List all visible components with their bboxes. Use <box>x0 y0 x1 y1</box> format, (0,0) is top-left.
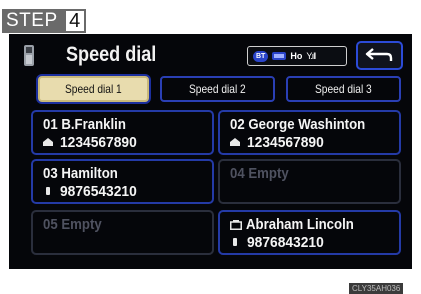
entry-name: 04 Empty <box>230 165 289 182</box>
step-number: 4 <box>63 9 86 33</box>
tab-speed-dial-3[interactable]: Speed dial 3 <box>286 76 401 102</box>
entry-name: Abraham Lincoln <box>246 216 354 233</box>
entry-number: 1234567890 <box>60 134 137 151</box>
bluetooth-icon: BT <box>253 50 269 62</box>
mobile-phone-icon <box>46 187 50 195</box>
mobile-phone-icon <box>233 238 237 246</box>
page-title: Speed dial <box>66 43 157 66</box>
entry-name: 02 George Washinton <box>230 116 366 133</box>
home-phone-icon <box>230 138 240 146</box>
contact-card-icon <box>230 220 242 230</box>
image-code: CLY35AH036 <box>349 283 404 294</box>
tab-label: Speed dial 1 <box>65 82 122 96</box>
speed-dial-entry-6[interactable]: Abraham Lincoln 9876843210 <box>218 210 401 255</box>
speed-dial-entry-1[interactable]: 01 B.Franklin 1234567890 <box>31 110 214 155</box>
entry-number: 9876543210 <box>60 183 137 200</box>
battery-icon <box>272 52 287 60</box>
tab-label: Speed dial 2 <box>189 82 246 96</box>
step-label: STEP 4 <box>2 9 86 33</box>
tab-speed-dial-1[interactable]: Speed dial 1 <box>38 76 149 102</box>
speed-dial-entry-2[interactable]: 02 George Washinton 1234567890 <box>218 110 401 155</box>
ho-indicator: Ho <box>290 51 303 61</box>
entry-number: 9876843210 <box>247 234 324 251</box>
entry-name: 05 Empty <box>43 216 102 233</box>
entry-name: 01 B.Franklin <box>43 116 126 133</box>
back-button[interactable] <box>356 41 403 70</box>
speed-dial-entry-4[interactable]: 04 Empty <box>218 159 401 204</box>
speed-dial-screen: Speed dial BT Ho Y.ıll Speed dial 1 Spee… <box>9 34 412 269</box>
entry-number: 1234567890 <box>247 134 324 151</box>
speed-dial-entry-5[interactable]: 05 Empty <box>31 210 214 255</box>
tab-label: Speed dial 3 <box>315 82 372 96</box>
speed-dial-entry-3[interactable]: 03 Hamilton 9876543210 <box>31 159 214 204</box>
step-word: STEP <box>2 9 64 33</box>
return-arrow-icon <box>365 48 393 61</box>
tab-speed-dial-2[interactable]: Speed dial 2 <box>160 76 275 102</box>
connection-status: BT Ho Y.ıll <box>247 46 347 66</box>
entry-name: 03 Hamilton <box>43 165 118 182</box>
signal-strength-icon: Y.ıll <box>306 51 316 61</box>
phone-icon <box>24 45 34 66</box>
home-phone-icon <box>43 138 53 146</box>
